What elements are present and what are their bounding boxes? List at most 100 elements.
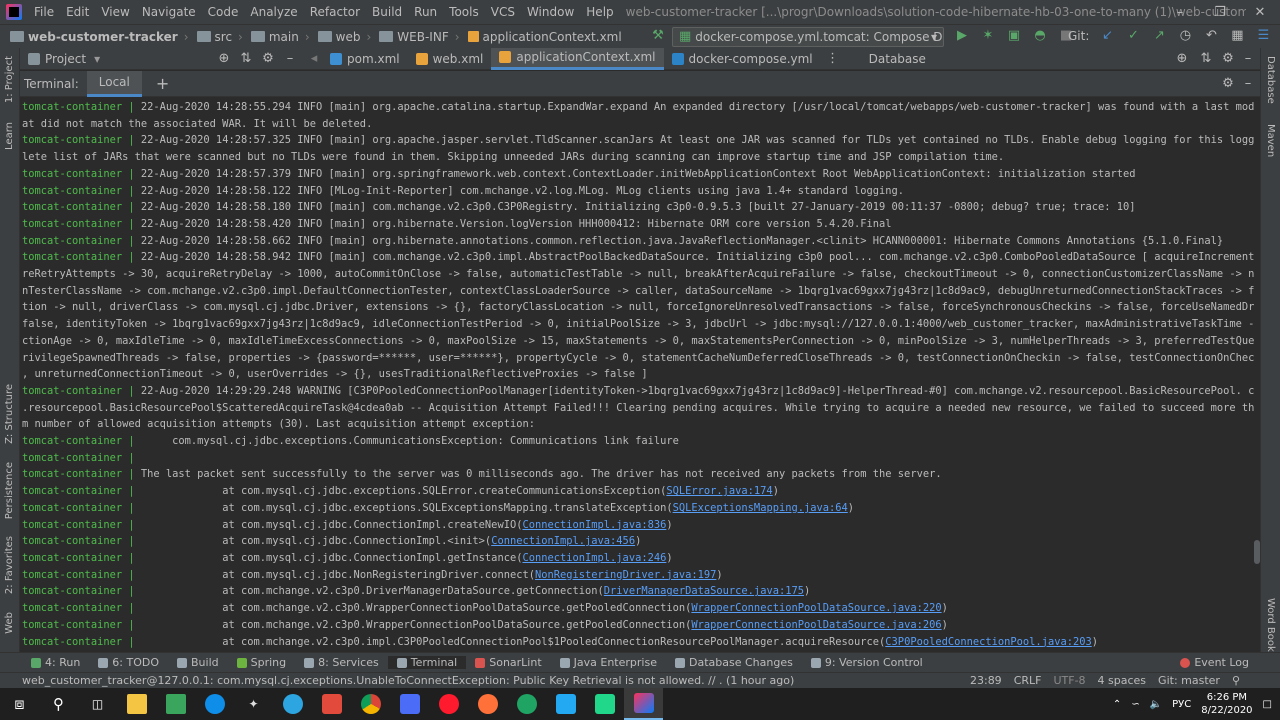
source-link[interactable]: SQLError.java:174 <box>666 485 772 497</box>
event-log-tab[interactable]: Event Log <box>1171 656 1258 669</box>
tray-chevron-up-icon[interactable]: ⌃ <box>1113 699 1121 710</box>
editor-tab[interactable]: pom.xml <box>322 48 408 70</box>
breadcrumb-item[interactable]: web-customer-tracker › <box>6 30 193 44</box>
start-button[interactable]: ⧈ <box>0 688 39 720</box>
bottom-tab-sonarlint[interactable]: SonarLint <box>466 656 550 669</box>
bottom-tab-database-changes[interactable]: Database Changes <box>666 656 802 669</box>
taskbar-app-red[interactable] <box>312 688 351 720</box>
bottom-tab-8-services[interactable]: 8: Services <box>295 656 388 669</box>
restore-icon[interactable]: ❐ <box>1200 0 1240 24</box>
file-encoding[interactable]: UTF-8 <box>1053 674 1085 687</box>
tool-tab-project[interactable]: 1: Project <box>4 56 15 103</box>
terminal-gear-icon[interactable]: ⚙ <box>1220 76 1236 92</box>
database-gear-icon[interactable]: ⚙ <box>1220 51 1236 67</box>
menu-item-vcs[interactable]: VCS <box>485 5 521 19</box>
source-link[interactable]: WrapperConnectionPoolDataSource.java:206 <box>691 619 941 631</box>
taskbar-app-tools[interactable]: ✦ <box>234 688 273 720</box>
git-branch[interactable]: Git: master <box>1158 674 1220 687</box>
source-link[interactable]: C3P0PooledConnectionPool.java:203 <box>885 636 1091 648</box>
tool-tab-word-book[interactable]: Word Book <box>1265 598 1276 652</box>
menu-item-analyze[interactable]: Analyze <box>244 5 303 19</box>
bottom-tab-java-enterprise[interactable]: Java Enterprise <box>551 656 666 669</box>
tool-tab-persistence[interactable]: Persistence <box>4 462 15 519</box>
breadcrumb-item[interactable]: applicationContext.xml <box>464 30 626 44</box>
lock-icon[interactable]: ⚲ <box>1232 674 1240 687</box>
tool-tab-maven[interactable]: Maven <box>1265 124 1276 157</box>
hide-icon[interactable]: – <box>282 51 298 67</box>
bottom-tab-spring[interactable]: Spring <box>228 656 296 669</box>
tool-tab-web[interactable]: Web <box>4 612 15 634</box>
volume-icon[interactable]: 🔈 <box>1150 699 1162 710</box>
taskbar-pycharm[interactable] <box>585 688 624 720</box>
run-configuration-select[interactable]: ▦ docker-compose.yml.tomcat: Compose Dep… <box>672 27 944 47</box>
database-panel-tab[interactable]: Database <box>861 48 934 70</box>
bottom-tab-terminal[interactable]: Terminal <box>387 656 467 669</box>
network-icon[interactable]: ∽ <box>1131 699 1139 710</box>
clock[interactable]: 6:26 PM 8/22/2020 <box>1201 691 1252 717</box>
breadcrumb-item[interactable]: web › <box>314 30 376 44</box>
breadcrumb-item[interactable]: WEB-INF › <box>375 30 463 44</box>
menu-item-view[interactable]: View <box>95 5 135 19</box>
status-message[interactable]: web_customer_tracker@127.0.0.1: com.mysq… <box>0 674 794 687</box>
menu-item-tools[interactable]: Tools <box>443 5 485 19</box>
new-terminal-button[interactable]: + <box>156 74 169 93</box>
menu-item-window[interactable]: Window <box>521 5 580 19</box>
run-icon[interactable]: ▶ <box>954 28 970 44</box>
terminal-hide-icon[interactable]: – <box>1240 76 1256 92</box>
menu-item-edit[interactable]: Edit <box>60 5 95 19</box>
taskbar-opera[interactable] <box>429 688 468 720</box>
bottom-tab-build[interactable]: Build <box>168 656 228 669</box>
taskbar-app-green2[interactable] <box>507 688 546 720</box>
language-indicator[interactable]: РУС <box>1172 699 1191 710</box>
vcs-update-icon[interactable]: ↙ <box>1099 28 1115 44</box>
vcs-push-icon[interactable]: ↗ <box>1151 28 1167 44</box>
profile-icon[interactable]: ◓ <box>1032 28 1048 44</box>
taskbar-intellij[interactable] <box>624 688 663 720</box>
menu-item-run[interactable]: Run <box>408 5 443 19</box>
collapse-tree-icon[interactable]: ⇅ <box>1198 51 1214 67</box>
caret-position[interactable]: 23:89 <box>970 674 1002 687</box>
breadcrumb-item[interactable]: src › <box>193 30 247 44</box>
collapse-all-icon[interactable]: ⇅ <box>238 51 254 67</box>
gear-icon[interactable]: ⚙ <box>260 51 276 67</box>
close-icon[interactable]: ✕ <box>1240 0 1280 24</box>
terminal-scrollbar[interactable] <box>1254 540 1260 564</box>
translate-icon[interactable]: ☰ <box>1255 28 1271 44</box>
terminal-output[interactable]: tomcat-container | 22-Aug-2020 14:28:55.… <box>20 97 1254 651</box>
tasks-icon[interactable]: ▦ <box>1229 28 1245 44</box>
taskbar-teamviewer[interactable] <box>195 688 234 720</box>
menu-item-navigate[interactable]: Navigate <box>136 5 202 19</box>
taskbar-firefox[interactable] <box>468 688 507 720</box>
menu-item-file[interactable]: File <box>28 5 60 19</box>
menu-item-build[interactable]: Build <box>366 5 408 19</box>
history-icon[interactable]: ◷ <box>1177 28 1193 44</box>
notifications-icon[interactable]: □ <box>1263 699 1272 710</box>
tool-tab-favorites[interactable]: 2: Favorites <box>4 536 15 594</box>
indent-setting[interactable]: 4 spaces <box>1098 674 1147 687</box>
menu-item-code[interactable]: Code <box>202 5 245 19</box>
menu-item-refactor[interactable]: Refactor <box>304 5 366 19</box>
taskbar-app-blue[interactable] <box>390 688 429 720</box>
taskbar-telegram[interactable] <box>273 688 312 720</box>
breadcrumb-item[interactable]: main › <box>247 30 314 44</box>
editor-tab[interactable]: applicationContext.xml <box>491 47 664 70</box>
add-datasource-icon[interactable]: ⊕ <box>1174 51 1190 67</box>
rollback-icon[interactable]: ↶ <box>1203 28 1219 44</box>
source-link[interactable]: ConnectionImpl.java:246 <box>522 552 666 564</box>
taskbar-app-green[interactable] <box>156 688 195 720</box>
taskbar-explorer[interactable] <box>117 688 156 720</box>
build-hammer-icon[interactable]: ⚒ <box>650 28 666 44</box>
terminal-tab-local[interactable]: Local <box>86 70 142 97</box>
minimize-icon[interactable]: – <box>1160 0 1200 24</box>
locate-icon[interactable]: ⊕ <box>216 51 232 67</box>
tabs-overflow-icon[interactable]: ⋮ <box>825 51 841 67</box>
source-link[interactable]: WrapperConnectionPoolDataSource.java:220 <box>691 602 941 614</box>
tabs-left-icon[interactable]: ◂ <box>306 51 322 67</box>
debug-icon[interactable]: ✶ <box>980 28 996 44</box>
taskbar-search[interactable]: ⚲ <box>39 688 78 720</box>
line-separator[interactable]: CRLF <box>1014 674 1042 687</box>
source-link[interactable]: DriverManagerDataSource.java:175 <box>604 585 804 597</box>
taskbar-task-view[interactable]: ◫ <box>78 688 117 720</box>
taskbar-chrome[interactable] <box>351 688 390 720</box>
tool-tab-structure[interactable]: Z: Structure <box>4 384 15 444</box>
